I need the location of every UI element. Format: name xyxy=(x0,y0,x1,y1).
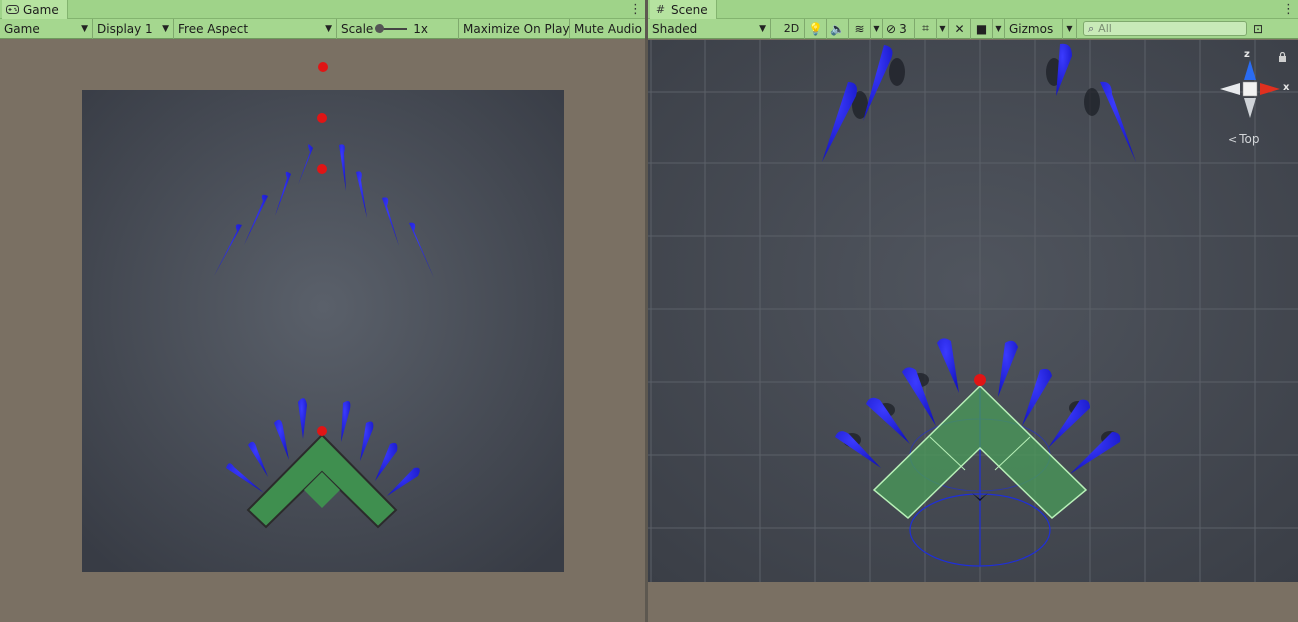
gizmos-button[interactable]: Gizmos xyxy=(1005,18,1063,39)
chevron-down-icon: ▼ xyxy=(162,23,169,34)
toggle-2d-label: 2D xyxy=(783,22,800,35)
game-view-select-value: Game xyxy=(4,21,40,36)
gizmo-view-label[interactable]: < Top xyxy=(1228,132,1259,146)
scale-control[interactable]: Scale 1x xyxy=(337,18,459,39)
maximize-on-play-toggle[interactable]: Maximize On Play xyxy=(459,18,570,39)
scale-slider[interactable] xyxy=(375,23,408,33)
scene-tab[interactable]: # Scene xyxy=(650,0,717,19)
bullet xyxy=(318,62,328,72)
shading-mode-select[interactable]: Shaded ▼ xyxy=(648,18,771,39)
search-icon: ⌕ xyxy=(1088,21,1095,35)
camera-icon[interactable]: ■ xyxy=(971,18,993,39)
display-select-value: Display 1 xyxy=(97,21,153,36)
tools-icon[interactable]: ✕ xyxy=(949,18,971,39)
hidden-objects-toggle[interactable]: ⊘ 3 xyxy=(883,18,915,39)
gamepad-icon xyxy=(6,4,19,15)
eye-slash-icon: ⊘ xyxy=(886,21,897,36)
chevron-down-icon: ▼ xyxy=(759,23,766,34)
aspect-select-value: Free Aspect xyxy=(178,21,249,36)
search-placeholder: All xyxy=(1098,22,1112,35)
chevron-left-icon: < xyxy=(1228,132,1238,146)
toggle-2d-button[interactable]: 2D xyxy=(779,18,805,39)
display-select[interactable]: Display 1 ▼ xyxy=(93,18,174,39)
scale-label: Scale xyxy=(341,21,374,36)
chevron-down-icon[interactable]: ▼ xyxy=(871,18,883,39)
chevron-down-icon[interactable]: ▼ xyxy=(937,18,949,39)
chevron-down-icon[interactable]: ▼ xyxy=(993,18,1005,39)
maximize-icon[interactable]: ⊡ xyxy=(1249,19,1267,39)
aspect-select[interactable]: Free Aspect ▼ xyxy=(174,18,337,39)
chevron-down-icon[interactable]: ▼ xyxy=(1063,18,1077,39)
scene-tab-label: Scene xyxy=(671,2,708,17)
game-view-select[interactable]: Game ▼ xyxy=(0,18,93,39)
shading-mode-value: Shaded xyxy=(652,21,698,36)
scene-panel-menu-icon[interactable]: ⋮ xyxy=(1282,2,1295,17)
game-tab-bar: Game ⋮ xyxy=(0,0,645,19)
mute-audio-label: Mute Audio xyxy=(574,21,642,36)
game-toolbar: Game ▼ Display 1 ▼ Free Aspect ▼ Scale 1… xyxy=(0,18,645,39)
bullet xyxy=(317,164,327,174)
scene-panel: # Scene ⋮ Shaded ▼ 2D 💡 🔈 ≋ ▼ ⊘ 3 ⌗ ▼ ✕ … xyxy=(648,0,1298,622)
lighting-toggle-icon[interactable]: 💡 xyxy=(805,18,827,39)
audio-toggle-icon[interactable]: 🔈 xyxy=(827,18,849,39)
maximize-on-play-label: Maximize On Play xyxy=(463,21,570,36)
bullet xyxy=(317,113,327,123)
scene-toolbar: Shaded ▼ 2D 💡 🔈 ≋ ▼ ⊘ 3 ⌗ ▼ ✕ ■ ▼ Gizmos… xyxy=(648,18,1298,39)
scale-value: 1x xyxy=(413,21,429,36)
gizmo-axis-x-label: x xyxy=(1283,82,1290,93)
game-viewport[interactable] xyxy=(0,40,645,622)
chevron-down-icon: ▼ xyxy=(81,23,88,34)
grid-snap-icon[interactable]: ⌗ xyxy=(915,18,937,39)
mute-audio-toggle[interactable]: Mute Audio xyxy=(570,19,645,39)
game-panel: Game ⋮ Game ▼ Display 1 ▼ Free Aspect ▼ … xyxy=(0,0,645,622)
grid-icon: # xyxy=(655,3,666,16)
hidden-objects-count: 3 xyxy=(899,21,907,36)
game-tab-label: Game xyxy=(23,2,59,17)
scene-render xyxy=(648,40,1298,622)
lock-icon[interactable] xyxy=(1278,51,1287,62)
gizmo-axis-z-label: z xyxy=(1244,49,1250,60)
game-tab[interactable]: Game xyxy=(2,0,68,19)
game-render xyxy=(82,62,564,572)
gizmos-label: Gizmos xyxy=(1009,21,1054,36)
gizmo-view-text: Top xyxy=(1239,132,1260,146)
chevron-down-icon: ▼ xyxy=(325,23,332,34)
scene-tab-bar: # Scene ⋮ xyxy=(648,0,1298,19)
effects-toggle-icon[interactable]: ≋ xyxy=(849,18,871,39)
scene-viewport[interactable]: z x < Top xyxy=(648,40,1298,622)
scene-search-input[interactable]: ⌕ All xyxy=(1083,21,1247,36)
game-panel-menu-icon[interactable]: ⋮ xyxy=(629,2,642,17)
